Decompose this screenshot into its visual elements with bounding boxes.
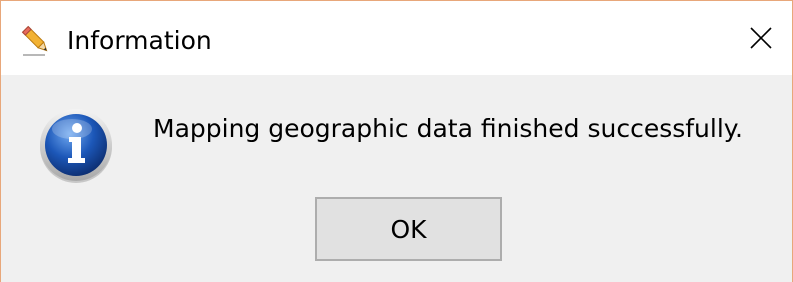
dialog-content: Mapping geographic data finished success…: [1, 75, 792, 282]
dialog-title: Information: [67, 26, 212, 55]
ok-button-focus-area: [320, 202, 497, 256]
pencil-icon: [19, 23, 53, 57]
title-bar[interactable]: Information: [1, 1, 792, 75]
ok-button[interactable]: OK: [315, 197, 502, 261]
close-icon: [750, 27, 772, 49]
info-icon: [37, 107, 115, 185]
information-dialog: Information Mapping geographic data fini…: [0, 0, 793, 282]
dialog-message: Mapping geographic data finished success…: [153, 114, 743, 143]
close-button[interactable]: [730, 1, 792, 75]
